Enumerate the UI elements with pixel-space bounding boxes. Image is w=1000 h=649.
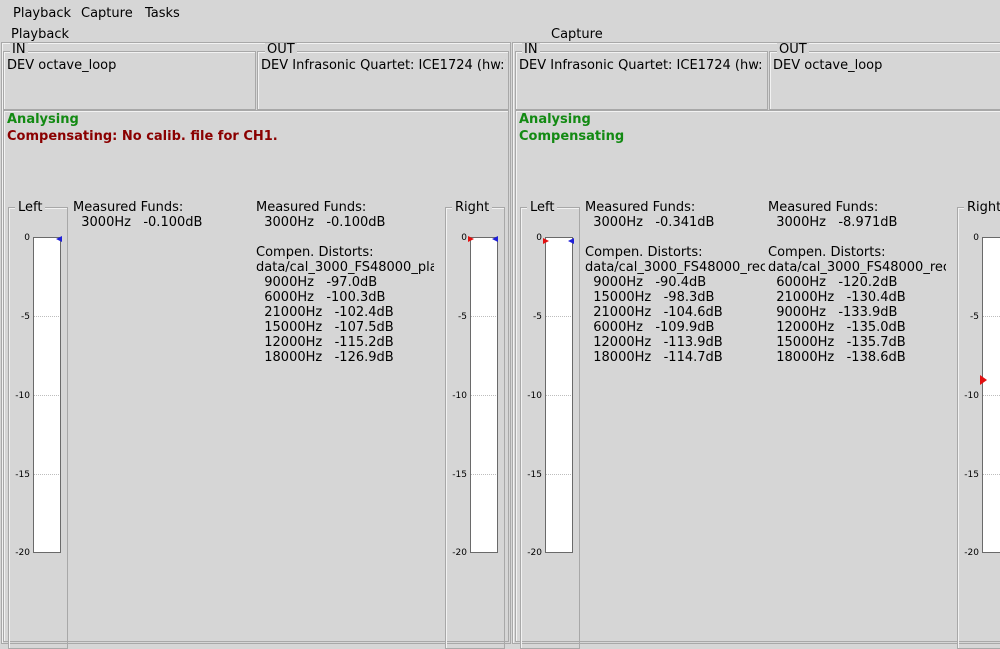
capture-left-peak-blue [568,237,574,244]
playback-right-peak-red [468,236,474,242]
menu-capture[interactable]: Capture [81,6,133,21]
playback-left-gridline [34,316,59,317]
playback-left-tick-label: -15 [15,470,30,480]
capture-title: Capture [548,27,606,42]
capture-out-device[interactable]: DEV octave_loop [773,58,998,73]
playback-left-tick-label: -20 [15,548,30,558]
playback-right-tick-label: -10 [452,391,467,401]
playback-left-gridline [34,474,59,475]
playback-right-tick-label: -15 [452,470,467,480]
playback-right-tick-label: -20 [452,548,467,558]
capture-status-compensating: Compensating [519,129,625,144]
capture-right-gridline [983,474,1000,475]
playback-right-readout: Measured Funds: 3000Hz -0.100dB Compen. … [256,200,434,365]
capture-right-gridline [983,395,1000,396]
capture-right-tick-label: -15 [964,470,979,480]
capture-left-tick-label: 0 [536,233,542,243]
playback-status-analysing: Analysing [7,112,79,127]
playback-title: Playback [8,27,73,42]
capture-status-analysing: Analysing [519,112,591,127]
capture-right-tick-label: -10 [964,391,979,401]
playback-right-gridline [471,395,496,396]
capture-left-tick-label: -15 [527,470,542,480]
capture-left-gridline [546,474,571,475]
playback-out-label: OUT [265,42,297,57]
playback-left-readout: Measured Funds: 3000Hz -0.100dB [73,200,203,230]
capture-left-gridline [546,316,571,317]
capture-right-readout: Measured Funds: 3000Hz -8.971dB Compen. … [768,200,946,365]
playback-out-device[interactable]: DEV Infrasonic Quartet: ICE1724 (hw:1 [261,58,506,73]
playback-status-compensating: Compensating: No calib. file for CH1. [7,129,278,144]
playback-in-label: IN [10,42,28,57]
capture-left-meter-title: Left [527,200,558,215]
playback-right-gridline [471,316,496,317]
playback-left-tick-label: -10 [15,391,30,401]
playback-right-tick-label: -5 [458,312,467,322]
playback-right-meter-title: Right [452,200,493,215]
menu-tasks[interactable]: Tasks [145,6,180,21]
playback-in-device[interactable]: DEV octave_loop [7,58,251,73]
capture-right-tick-label: 0 [973,233,979,243]
menubar: Playback Capture Tasks [0,0,1000,28]
playback-right-peak-blue [492,236,498,242]
capture-left-tick-label: -10 [527,391,542,401]
playback-left-tick-label: -5 [21,312,30,322]
capture-left-peak-red [543,237,549,244]
capture-in-device[interactable]: DEV Infrasonic Quartet: ICE1724 (hw:1 [519,58,763,73]
capture-right-gridline [983,316,1000,317]
capture-right-tick-label: -20 [964,548,979,558]
capture-left-tick-label: -5 [533,312,542,322]
playback-right-gridline [471,474,496,475]
menu-playback[interactable]: Playback [13,6,71,21]
playback-left-peak-blue [56,236,62,242]
playback-right-tick-label: 0 [461,233,467,243]
capture-left-gridline [546,395,571,396]
playback-left-tick-label: 0 [24,233,30,243]
capture-out-label: OUT [777,42,809,57]
capture-right-peak-red [980,374,987,385]
playback-left-meter-title: Left [15,200,46,215]
capture-in-label: IN [522,42,540,57]
capture-left-readout: Measured Funds: 3000Hz -0.341dB Compen. … [585,200,765,365]
capture-right-meter-title: Right [964,200,1000,215]
capture-left-tick-label: -20 [527,548,542,558]
capture-right-tick-label: -5 [970,312,979,322]
playback-left-gridline [34,395,59,396]
